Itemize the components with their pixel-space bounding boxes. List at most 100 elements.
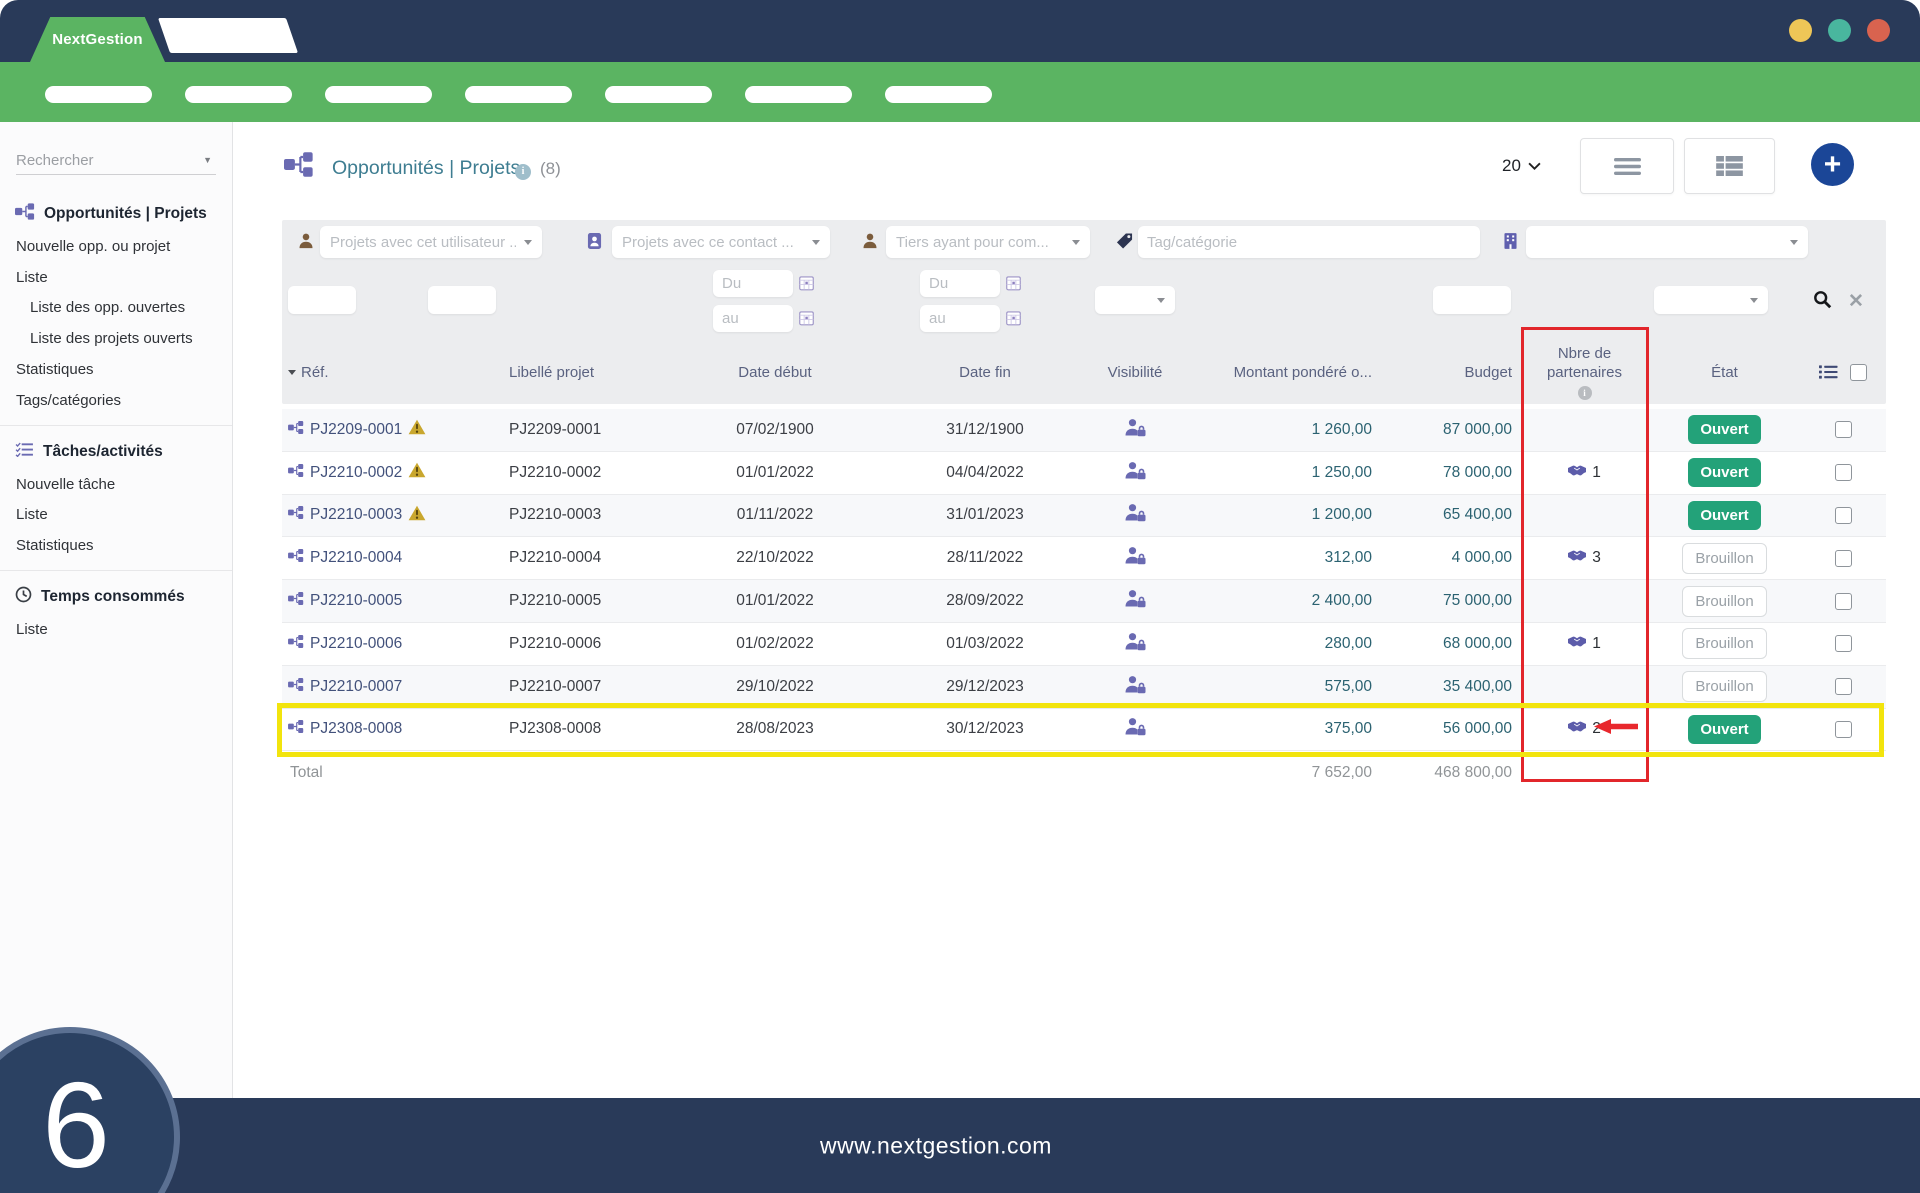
info-icon[interactable]: i xyxy=(1578,386,1592,400)
close-dot[interactable] xyxy=(1867,19,1890,42)
row-checkbox[interactable] xyxy=(1835,464,1852,481)
table-row[interactable]: PJ2210-0002 PJ2210-0002 01/01/2022 04/04… xyxy=(282,452,1886,495)
row-checkbox[interactable] xyxy=(1835,635,1852,652)
list-view-button[interactable] xyxy=(1580,138,1674,194)
sidebar-item[interactable]: Liste des opp. ouvertes xyxy=(0,293,232,324)
row-checkbox[interactable] xyxy=(1835,721,1852,738)
table-row[interactable]: PJ2210-0006 PJ2210-0006 01/02/2022 01/03… xyxy=(282,623,1886,666)
table-row[interactable]: PJ2210-0005 PJ2210-0005 01/01/2022 28/09… xyxy=(282,580,1886,623)
ref-link[interactable]: PJ2210-0004 xyxy=(310,549,402,567)
table-body: PJ2209-0001 PJ2209-0001 07/02/1900 31/12… xyxy=(282,409,1886,794)
sidebar-item[interactable]: Nouvelle opp. ou projet xyxy=(0,231,232,262)
sidebar-search-select[interactable]: Rechercher ▼ xyxy=(16,146,216,175)
filter-contact-select[interactable]: Projets avec ce contact ... xyxy=(612,226,830,258)
chevron-down-icon xyxy=(1528,162,1541,170)
date-end-from-input[interactable] xyxy=(920,270,1000,297)
partners-cell: 1 xyxy=(1520,635,1649,653)
select-all-checkbox[interactable] xyxy=(1850,364,1867,381)
add-record-button[interactable]: + xyxy=(1811,143,1854,186)
sidebar-section-opportunites[interactable]: Opportunités | Projets xyxy=(0,197,232,231)
date-end-cell: 01/03/2022 xyxy=(890,635,1080,653)
window-titlebar: NextGestion xyxy=(0,0,1920,62)
row-checkbox[interactable] xyxy=(1835,550,1852,567)
sidebar-section-taches[interactable]: Tâches/activités xyxy=(0,435,232,469)
column-header-label[interactable]: Libellé projet xyxy=(500,364,660,381)
filter-label-input[interactable] xyxy=(428,286,496,314)
sidebar-item[interactable]: Statistiques xyxy=(0,354,232,385)
sidebar-item[interactable]: Tags/catégories xyxy=(0,385,232,416)
row-checkbox[interactable] xyxy=(1835,678,1852,695)
tag-category-input[interactable] xyxy=(1138,226,1480,258)
nav-pill[interactable] xyxy=(605,86,712,103)
filter-visibility-select[interactable] xyxy=(1095,286,1175,314)
handshake-icon xyxy=(1568,549,1586,567)
column-header-partners[interactable]: Nbre de partenaires i xyxy=(1520,345,1649,400)
nav-pill[interactable] xyxy=(465,86,572,103)
calendar-icon[interactable] xyxy=(799,310,814,331)
status-badge: Ouvert xyxy=(1688,458,1760,487)
maximize-dot[interactable] xyxy=(1828,19,1851,42)
sidebar-item[interactable]: Liste xyxy=(0,262,232,293)
filter-user-select[interactable]: Projets avec cet utilisateur ... xyxy=(320,226,542,258)
ref-link[interactable]: PJ2210-0003 xyxy=(310,506,402,524)
row-checkbox[interactable] xyxy=(1835,507,1852,524)
calendar-icon[interactable] xyxy=(799,275,814,296)
table-view-button[interactable] xyxy=(1684,138,1775,194)
column-header-ref[interactable]: Réf. xyxy=(282,364,500,381)
date-start-cell: 29/10/2022 xyxy=(660,678,890,696)
minimize-dot[interactable] xyxy=(1789,19,1812,42)
clear-filters-button[interactable]: ✕ xyxy=(1848,290,1864,313)
filter-ref-input[interactable] xyxy=(288,286,356,314)
footer-bar: www.nextgestion.com xyxy=(0,1098,1920,1193)
nav-pill[interactable] xyxy=(885,86,992,103)
nav-pill[interactable] xyxy=(325,86,432,103)
table-row[interactable]: PJ2210-0007 PJ2210-0007 29/10/2022 29/12… xyxy=(282,666,1886,709)
nav-pill[interactable] xyxy=(745,86,852,103)
list-check-icon[interactable] xyxy=(1819,365,1838,379)
sidebar-item[interactable]: Liste xyxy=(0,614,232,645)
user-lock-icon xyxy=(1124,461,1146,485)
date-start-to-input[interactable] xyxy=(713,305,793,332)
sidebar-section-temps[interactable]: Temps consommés xyxy=(0,580,232,614)
nav-pill[interactable] xyxy=(45,86,152,103)
ref-link[interactable]: PJ2210-0006 xyxy=(310,635,402,653)
table-row[interactable]: PJ2308-0008 PJ2308-0008 28/08/2023 30/12… xyxy=(282,709,1886,752)
page-size-select[interactable]: 20 xyxy=(1502,156,1541,176)
brand-tab[interactable]: NextGestion xyxy=(30,17,165,62)
search-button[interactable] xyxy=(1813,290,1832,312)
info-icon[interactable]: i xyxy=(515,161,531,180)
row-checkbox[interactable] xyxy=(1835,593,1852,610)
table-row[interactable]: PJ2209-0001 PJ2209-0001 07/02/1900 31/12… xyxy=(282,409,1886,452)
sidebar-item[interactable]: Statistiques xyxy=(0,530,232,561)
column-header-date-start[interactable]: Date début xyxy=(660,364,890,381)
date-end-to-input[interactable] xyxy=(920,305,1000,332)
sidebar-item[interactable]: Liste xyxy=(0,500,232,531)
filter-state-select[interactable] xyxy=(1654,286,1768,314)
column-header-budget[interactable]: Budget xyxy=(1380,364,1520,381)
ref-link[interactable]: PJ2210-0005 xyxy=(310,592,402,610)
sidebar-item[interactable]: Nouvelle tâche xyxy=(0,469,232,500)
blank-tab[interactable] xyxy=(158,18,298,53)
column-header-date-end[interactable]: Date fin xyxy=(890,364,1080,381)
sitemap-icon xyxy=(288,506,304,524)
ref-link[interactable]: PJ2308-0008 xyxy=(310,720,402,738)
row-checkbox[interactable] xyxy=(1835,421,1852,438)
nav-pill[interactable] xyxy=(185,86,292,103)
column-header-visibility[interactable]: Visibilité xyxy=(1080,364,1190,381)
ref-cell: PJ2210-0004 xyxy=(282,549,500,567)
table-row[interactable]: PJ2210-0004 PJ2210-0004 22/10/2022 28/11… xyxy=(282,537,1886,580)
calendar-icon[interactable] xyxy=(1006,310,1021,331)
date-start-from-input[interactable] xyxy=(713,270,793,297)
table-row[interactable]: PJ2210-0003 PJ2210-0003 01/11/2022 31/01… xyxy=(282,495,1886,538)
ref-link[interactable]: PJ2210-0007 xyxy=(310,678,402,696)
ref-link[interactable]: PJ2210-0002 xyxy=(310,464,402,482)
ref-link[interactable]: PJ2209-0001 xyxy=(310,421,402,439)
column-header-state[interactable]: État xyxy=(1649,364,1800,381)
column-header-weighted[interactable]: Montant pondéré o... xyxy=(1190,364,1380,381)
sidebar-item[interactable]: Liste des projets ouverts xyxy=(0,323,232,354)
filter-budget-input[interactable] xyxy=(1433,286,1511,314)
filter-tiers-select[interactable]: Tiers ayant pour com... xyxy=(886,226,1090,258)
caret-down-icon xyxy=(524,240,532,245)
calendar-icon[interactable] xyxy=(1006,275,1021,296)
filter-company-select[interactable] xyxy=(1526,226,1808,258)
